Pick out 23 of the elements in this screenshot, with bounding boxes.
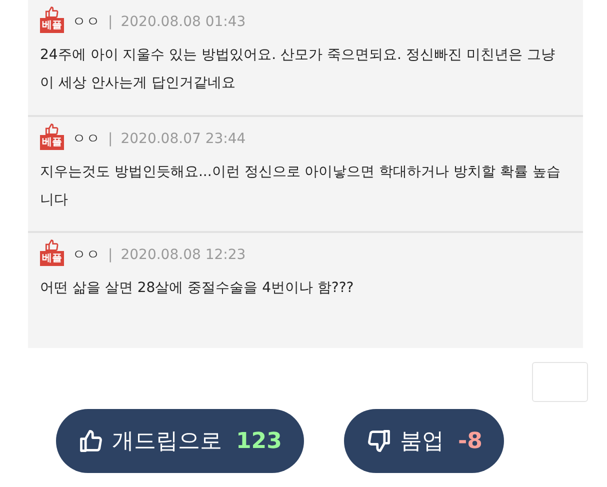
- separator: |: [108, 130, 113, 149]
- best-badge: 베플: [40, 251, 64, 266]
- comment-text: 24주에 아이 지울수 있는 방법있어요. 산모가 죽으면되요. 정신빠진 미친년은 그냥 이 세상 안사는게 답인거같네요: [40, 46, 556, 93]
- separator: |: [108, 246, 113, 266]
- separator: |: [108, 13, 113, 32]
- comment-date: 2020.08.07 23:44: [120, 130, 246, 149]
- small-button[interactable]: [532, 362, 588, 402]
- author-name: ㅇㅇ: [72, 246, 100, 266]
- author-name: ㅇㅇ: [72, 130, 100, 149]
- best-badge: 베플: [40, 134, 64, 150]
- author-name: ㅇㅇ: [72, 13, 100, 32]
- thumbs-up-icon: [45, 122, 59, 135]
- downvote-button[interactable]: 붐업 -8: [344, 409, 504, 473]
- thumbs-up-icon: [45, 6, 59, 18]
- comment-date: 2020.08.08 12:23: [120, 246, 246, 266]
- comment-text: 어떤 삶을 살면 28살에 중절수술을 4번이나 함???: [40, 279, 355, 298]
- comment-text: 지우는것도 방법인듯해요...이런 정신으로 아이낳으면 학대하거나 방치할 확률 높습니다: [40, 162, 562, 210]
- thumbs-up-icon: [78, 428, 104, 454]
- thumbs-up-icon: [45, 239, 59, 252]
- best-badge: 베플: [40, 18, 64, 33]
- thumbs-down-icon: [366, 428, 392, 454]
- comment-date: 2020.08.08 01:43: [120, 13, 246, 32]
- upvote-button[interactable]: 개드립으로 123: [56, 409, 304, 473]
